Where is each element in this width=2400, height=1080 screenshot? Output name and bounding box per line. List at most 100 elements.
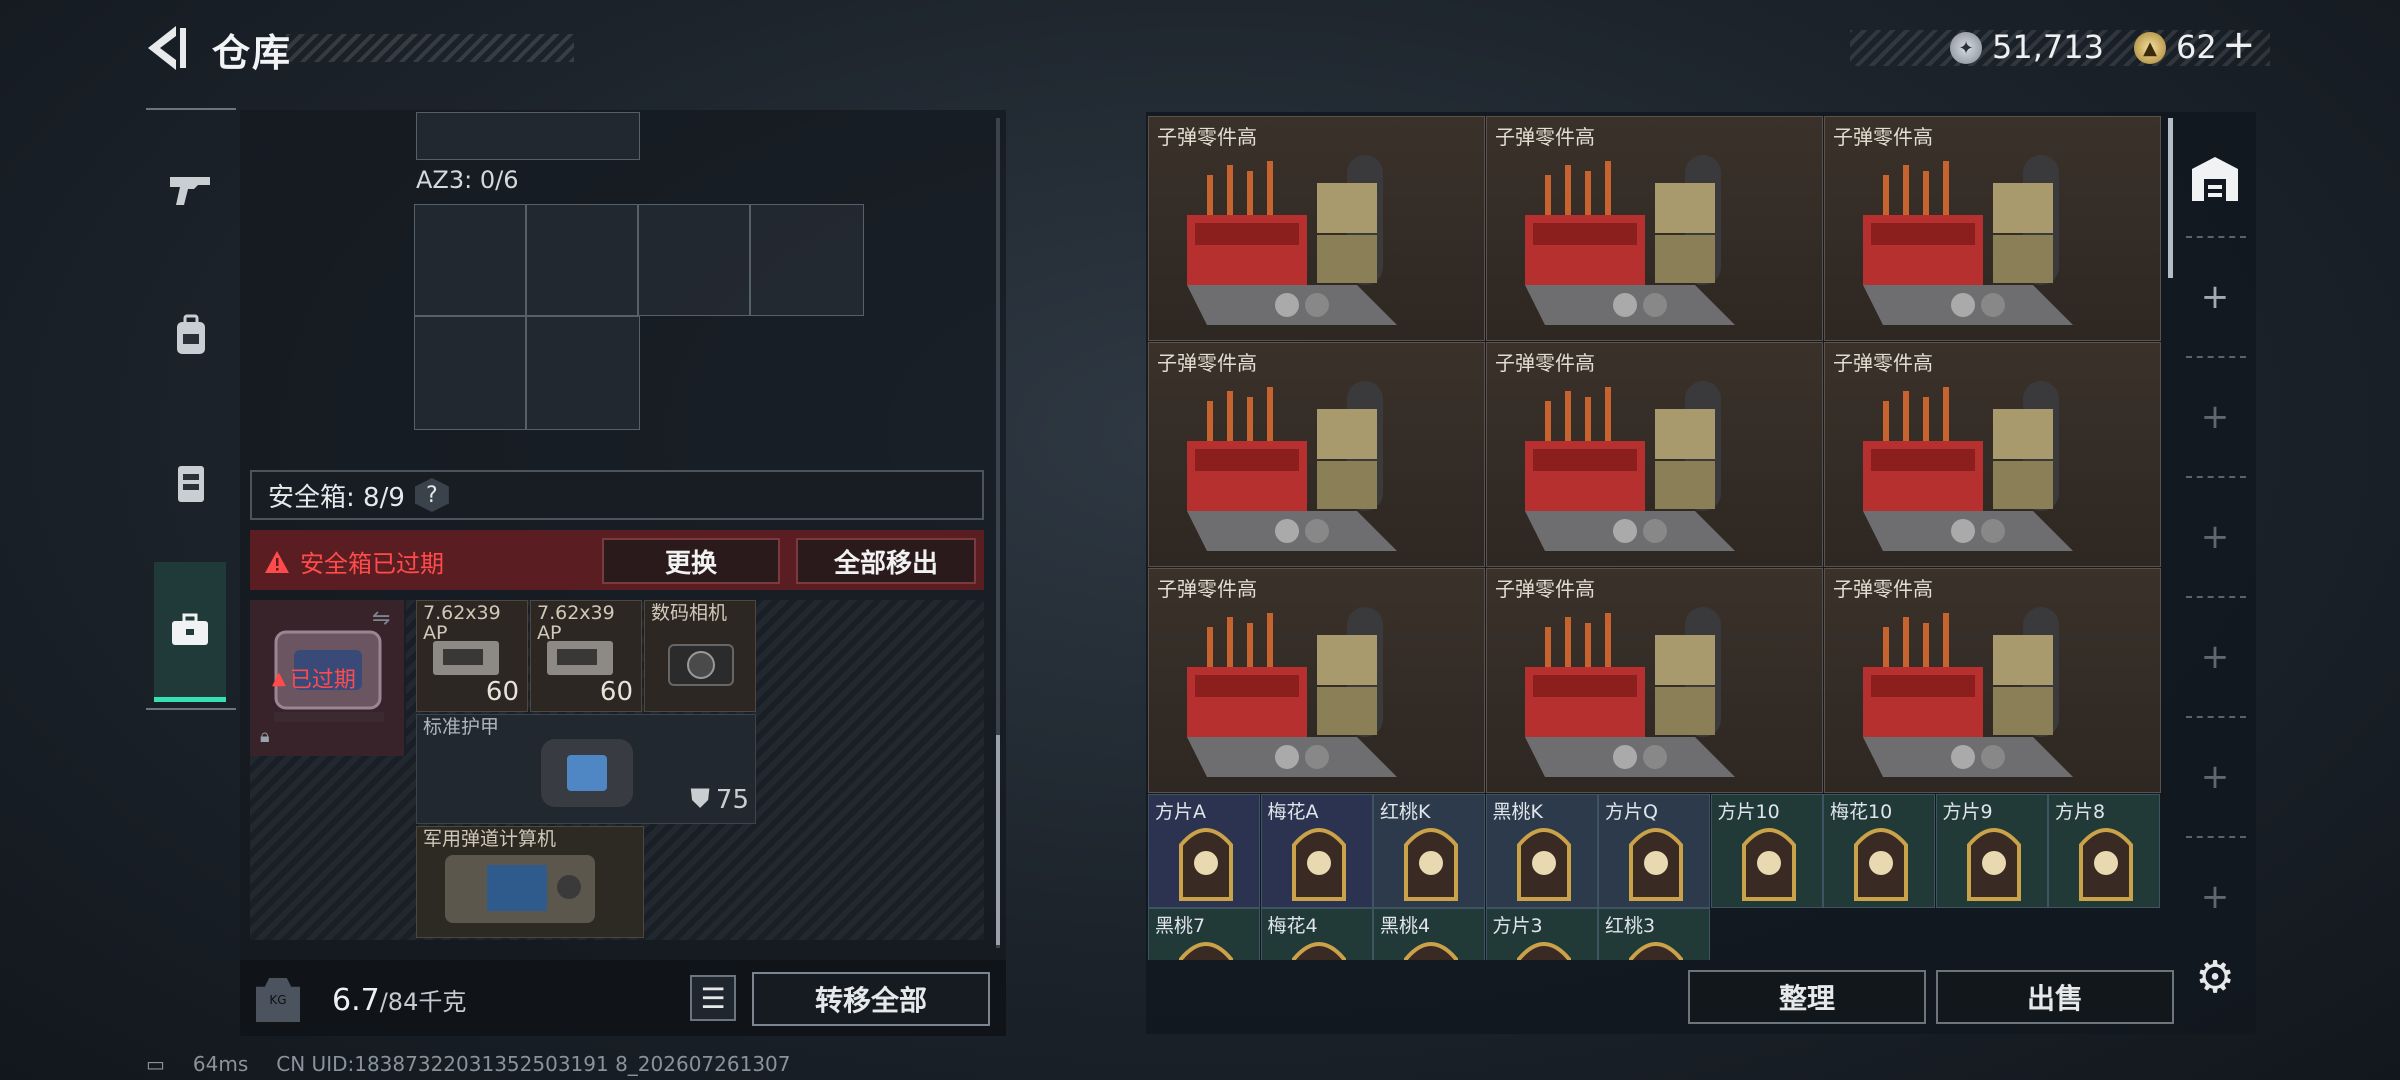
- sell-button[interactable]: 出售: [1936, 970, 2174, 1024]
- warehouse-item-bullet-parts[interactable]: 子弹零件高: [1824, 342, 2161, 567]
- gun-icon: [170, 177, 210, 205]
- warehouse-item-card[interactable]: 梅花4: [1260, 908, 1373, 960]
- warehouse-item-card[interactable]: 方片3: [1485, 908, 1598, 960]
- settings-button[interactable]: ⚙: [2190, 951, 2240, 1003]
- az3-slot[interactable]: [414, 316, 526, 430]
- gear-icon: ⚙: [2195, 951, 2235, 1003]
- armor-durability-value: 75: [715, 784, 749, 815]
- bullet-parts-crate-icon: [1525, 155, 1735, 325]
- az3-label: AZ3: 0/6: [416, 166, 519, 194]
- item-ammo-762[interactable]: 7.62x39 AP 60: [530, 600, 642, 712]
- left-scrollbar-thumb[interactable]: [996, 735, 1000, 945]
- list-icon: ☰: [700, 981, 726, 1015]
- az3-slot[interactable]: [750, 204, 864, 316]
- shield-icon: ⛊: [690, 784, 710, 814]
- currency1-value: 51,713: [1992, 28, 2104, 66]
- warehouse-item-bullet-parts[interactable]: 子弹零件高: [1824, 116, 2161, 341]
- item-standard-armor[interactable]: 标准护甲 ⛊ 75: [416, 714, 756, 824]
- add-page-button[interactable]: +: [2180, 722, 2250, 832]
- az3-slot[interactable]: [414, 204, 526, 316]
- add-currency-button[interactable]: +: [2222, 22, 2256, 68]
- tab-weapons[interactable]: [146, 144, 236, 234]
- card-label: 方片A: [1155, 801, 1206, 823]
- swap-icon[interactable]: ⇋: [372, 606, 390, 631]
- add-page-button[interactable]: +: [2180, 242, 2250, 352]
- warehouse-item-bullet-parts[interactable]: 子弹零件高: [1148, 342, 1485, 567]
- slot-top[interactable]: [416, 112, 640, 160]
- warehouse-item-card[interactable]: 方片9: [1935, 794, 2048, 908]
- add-page-button[interactable]: +: [2180, 602, 2250, 712]
- warehouse-item-card[interactable]: 方片8: [2048, 794, 2160, 908]
- warehouse-item-bullet-parts[interactable]: 子弹零件高: [1486, 342, 1823, 567]
- toolbar-divider: [2186, 836, 2246, 838]
- playing-card-icon: [1179, 828, 1233, 901]
- toolbar-warehouse[interactable]: [2180, 124, 2250, 234]
- warehouse-item-card[interactable]: 梅花10: [1823, 794, 1935, 908]
- page-title: 仓库: [212, 31, 293, 75]
- warehouse-item-bullet-parts[interactable]: 子弹零件高: [1486, 568, 1823, 793]
- replace-button[interactable]: 更换: [602, 538, 780, 584]
- warehouse-item-card[interactable]: 黑桃7: [1148, 908, 1260, 960]
- ballistic-computer-icon: [445, 855, 595, 923]
- bullet-parts-crate-icon: [1187, 381, 1397, 551]
- tab-safe-case[interactable]: [154, 562, 226, 702]
- briefcase-icon: [172, 613, 208, 645]
- case-expired-text: 已过期: [289, 668, 356, 693]
- warehouse-item-bullet-parts[interactable]: 子弹零件高: [1824, 568, 2161, 793]
- add-page-button[interactable]: +: [2180, 362, 2250, 472]
- az3-slot[interactable]: [526, 316, 640, 430]
- warehouse-scrollbar[interactable]: [2168, 118, 2173, 278]
- item-digital-camera[interactable]: 数码相机: [644, 600, 756, 712]
- az3-slot[interactable]: [638, 204, 750, 316]
- camera-icon: [668, 644, 734, 686]
- back-button[interactable]: [140, 20, 190, 76]
- toolbar-divider: [2186, 476, 2246, 478]
- warehouse-item-card[interactable]: 黑桃4: [1373, 908, 1485, 960]
- list-view-button[interactable]: ☰: [690, 975, 736, 1021]
- playing-card-icon: [2079, 828, 2133, 901]
- case-expired-overlay: ▲ 已过期: [272, 662, 356, 694]
- warehouse-item-bullet-parts[interactable]: 子弹零件高: [1148, 116, 1485, 341]
- bullet-parts-crate-icon: [1187, 607, 1397, 777]
- back-arrow-icon: [148, 26, 186, 70]
- warehouse-item-card[interactable]: 红桃3: [1598, 908, 1710, 960]
- tab-backpack[interactable]: [146, 290, 236, 380]
- card-label: 方片9: [1942, 801, 1993, 823]
- warehouse-item-card[interactable]: 方片Q: [1598, 794, 1710, 908]
- toolbar-divider: [2186, 236, 2246, 238]
- warehouse-item-bullet-parts[interactable]: 子弹零件高: [1148, 568, 1485, 793]
- expired-message: 安全箱已过期: [264, 544, 444, 579]
- move-all-out-button[interactable]: 全部移出: [796, 538, 976, 584]
- ping-value: 64ms: [192, 1052, 249, 1076]
- az3-slot[interactable]: [526, 204, 638, 316]
- warehouse-item-card[interactable]: 方片A: [1148, 794, 1260, 908]
- transfer-all-button[interactable]: 转移全部: [752, 972, 990, 1026]
- card-label: 黑桃7: [1155, 915, 1206, 937]
- safe-case-item[interactable]: ▲ 已过期 ⇋ 🔒︎: [250, 600, 406, 756]
- sort-button[interactable]: 整理: [1688, 970, 1926, 1024]
- card-label: 黑桃4: [1380, 915, 1431, 937]
- warehouse-item-card[interactable]: 红桃K: [1373, 794, 1485, 908]
- status-line: ▭ 64ms CN UID:18387322031352503191 8_202…: [146, 1052, 791, 1076]
- vest-icon: [178, 466, 204, 502]
- add-page-button[interactable]: +: [2180, 482, 2250, 592]
- warehouse-item-card[interactable]: 梅花A: [1260, 794, 1373, 908]
- warehouse-item-card[interactable]: 黑桃K: [1485, 794, 1598, 908]
- plus-icon: +: [2200, 397, 2230, 437]
- ammo-box-icon: [547, 641, 613, 675]
- item-label: 标准护甲: [423, 716, 500, 738]
- bullet-parts-crate-icon: [1863, 155, 2073, 325]
- help-icon[interactable]: ?: [414, 478, 449, 512]
- warning-icon: [265, 550, 289, 573]
- warehouse-item-bullet-parts[interactable]: 子弹零件高: [1486, 116, 1823, 341]
- item-ballistic-computer[interactable]: 军用弹道计算机: [416, 826, 644, 938]
- tab-vest[interactable]: [146, 438, 236, 528]
- sidebar-divider: [146, 108, 236, 110]
- item-label: 数码相机: [651, 602, 728, 624]
- card-label: 方片Q: [1605, 801, 1658, 823]
- playing-card-icon: [1629, 942, 1683, 960]
- card-label: 黑桃K: [1492, 801, 1543, 823]
- item-ammo-762[interactable]: 7.62x39 AP 60: [416, 600, 528, 712]
- add-page-button[interactable]: +: [2180, 842, 2250, 952]
- warehouse-item-card[interactable]: 方片10: [1710, 794, 1823, 908]
